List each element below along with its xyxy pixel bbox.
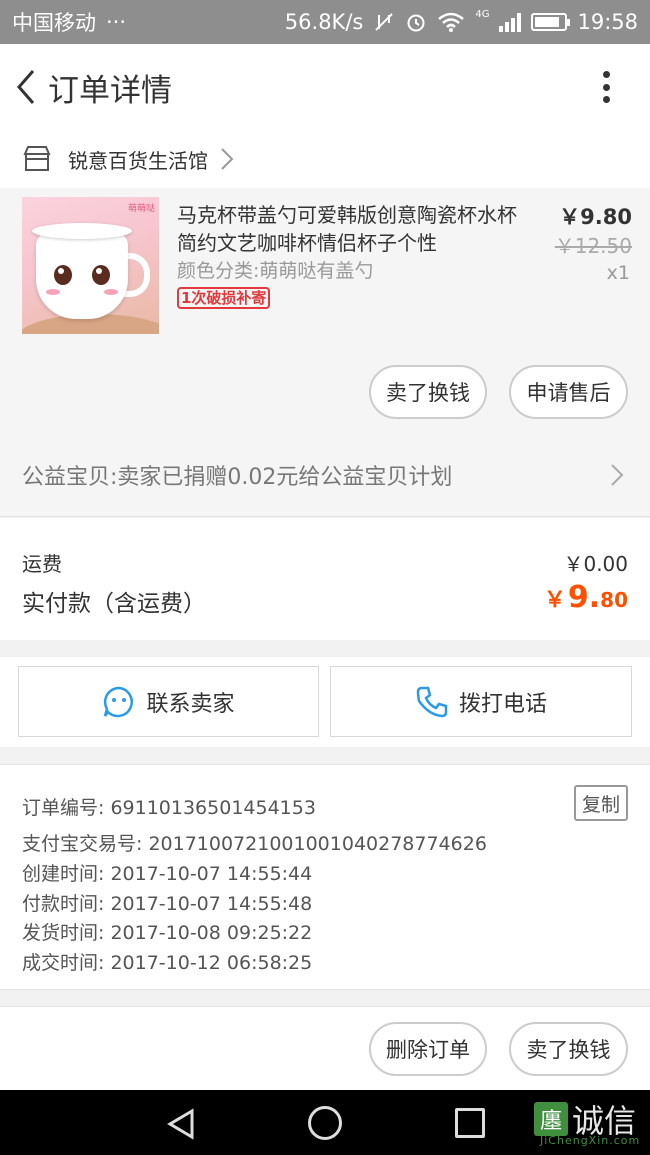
network-speed: 56.8K/s <box>284 10 364 34</box>
order-number: 订单编号: 69110136501454153 <box>22 797 316 819</box>
alarm-icon <box>407 14 425 32</box>
contact-seller-label: 联系卖家 <box>146 691 235 717</box>
thumbnail-tag: 萌萌哒 <box>127 204 155 214</box>
battery-icon <box>531 13 571 31</box>
more-dot-icon <box>602 71 610 78</box>
watermark-subtext: JiChengXin.com <box>540 1134 641 1147</box>
shop-row[interactable]: 锐意百货生活馆 <box>0 130 650 188</box>
status-dots: ··· <box>106 10 127 34</box>
system-nav-bar: 廛 诚信 JiChengXin.com <box>0 1090 650 1155</box>
status-bar: 中国移动 ··· 56.8K/s 4G 19:58 <box>0 0 650 44</box>
order-info: 订单编号: 69110136501454153 复制 支付宝交易号: 20171… <box>0 764 650 990</box>
watermark-logo-mark: 廛 <box>534 1102 568 1136</box>
product-item[interactable]: 萌萌哒 马克杯带盖勺可爱韩版创意陶瓷杯水杯简约文艺咖啡杯情侣杯子个性 颜色分类:… <box>0 188 650 433</box>
phone-icon <box>416 686 448 717</box>
call-phone-label: 拨打电话 <box>458 691 547 717</box>
nav-home-icon[interactable] <box>308 1106 342 1140</box>
shipping-value: ￥0.00 <box>563 552 628 576</box>
store-icon <box>23 146 51 171</box>
product-sku: 颜色分类:萌萌哒有盖勺 <box>177 260 374 282</box>
signal-icon <box>499 12 522 32</box>
delete-order-button[interactable]: 删除订单 <box>369 1022 487 1076</box>
mug-eye <box>54 265 72 285</box>
original-price: ￥12.50 <box>554 234 632 258</box>
chat-bubble-icon <box>104 686 134 717</box>
more-dot-icon <box>602 96 610 103</box>
product-price: ￥9.80 <box>559 205 632 229</box>
bottom-action-bar: 删除订单 卖了换钱 <box>0 1006 650 1090</box>
total-integer: 9. <box>567 580 601 615</box>
after-sales-button[interactable]: 申请售后 <box>509 365 628 419</box>
back-button[interactable] <box>8 67 44 107</box>
more-dot-icon <box>602 83 610 91</box>
mug-lid-graphic <box>32 223 132 239</box>
mute-icon <box>375 13 394 31</box>
sell-for-cash-button[interactable]: 卖了换钱 <box>369 365 487 419</box>
call-phone-button[interactable]: 拨打电话 <box>330 666 632 737</box>
carrier-label: 中国移动 <box>12 11 96 35</box>
product-quantity: x1 <box>606 262 630 284</box>
shop-name: 锐意百货生活馆 <box>68 148 208 173</box>
charity-row[interactable]: 公益宝贝:卖家已捐赠0.02元给公益宝贝计划 <box>0 433 650 517</box>
charity-text: 公益宝贝:卖家已捐赠0.02元给公益宝贝计划 <box>22 464 453 490</box>
mug-eye <box>92 265 110 285</box>
wifi-icon <box>438 12 465 32</box>
nav-recent-apps-icon[interactable] <box>455 1108 485 1138</box>
service-badge: 1次破损补寄 <box>177 287 271 309</box>
mug-blush <box>46 289 60 295</box>
product-thumbnail[interactable]: 萌萌哒 <box>22 197 159 334</box>
sell-for-cash-button[interactable]: 卖了换钱 <box>509 1022 628 1076</box>
total-amount: ￥ 9. 80 <box>544 580 628 615</box>
page-title: 订单详情 <box>48 72 172 109</box>
total-decimal: 80 <box>600 588 628 612</box>
copy-button[interactable]: 复制 <box>574 785 628 821</box>
created-time: 创建时间: 2017-10-07 14:55:44 <box>22 863 313 885</box>
paid-time: 付款时间: 2017-10-07 14:55:48 <box>22 893 313 915</box>
shipping-label: 运费 <box>22 552 62 576</box>
total-currency: ￥ <box>543 588 566 613</box>
chevron-right-icon <box>611 464 624 486</box>
contact-seller-button[interactable]: 联系卖家 <box>18 666 319 737</box>
mug-graphic <box>36 233 128 319</box>
completed-time: 成交时间: 2017-10-12 06:58:25 <box>22 952 313 974</box>
chevron-left-icon <box>17 70 35 104</box>
network-type: 4G <box>475 8 490 20</box>
chevron-right-icon <box>221 148 234 170</box>
app-header: 订单详情 <box>0 44 650 130</box>
mug-blush <box>104 289 118 295</box>
nav-back-icon[interactable] <box>166 1108 196 1140</box>
product-name: 马克杯带盖勺可爱韩版创意陶瓷杯水杯简约文艺咖啡杯情侣杯子个性 <box>177 203 517 255</box>
shipped-time: 发货时间: 2017-10-08 09:25:22 <box>22 922 313 944</box>
payment-summary: 运费 ￥0.00 实付款（含运费） ￥ 9. 80 <box>0 518 650 640</box>
more-menu-button[interactable] <box>596 67 616 107</box>
contact-actions: 联系卖家 拨打电话 <box>0 657 650 747</box>
alipay-transaction-number: 支付宝交易号: 2017100721001001040278774626 <box>22 833 487 855</box>
total-label: 实付款（含运费） <box>22 591 206 617</box>
clock: 19:58 <box>577 10 638 34</box>
